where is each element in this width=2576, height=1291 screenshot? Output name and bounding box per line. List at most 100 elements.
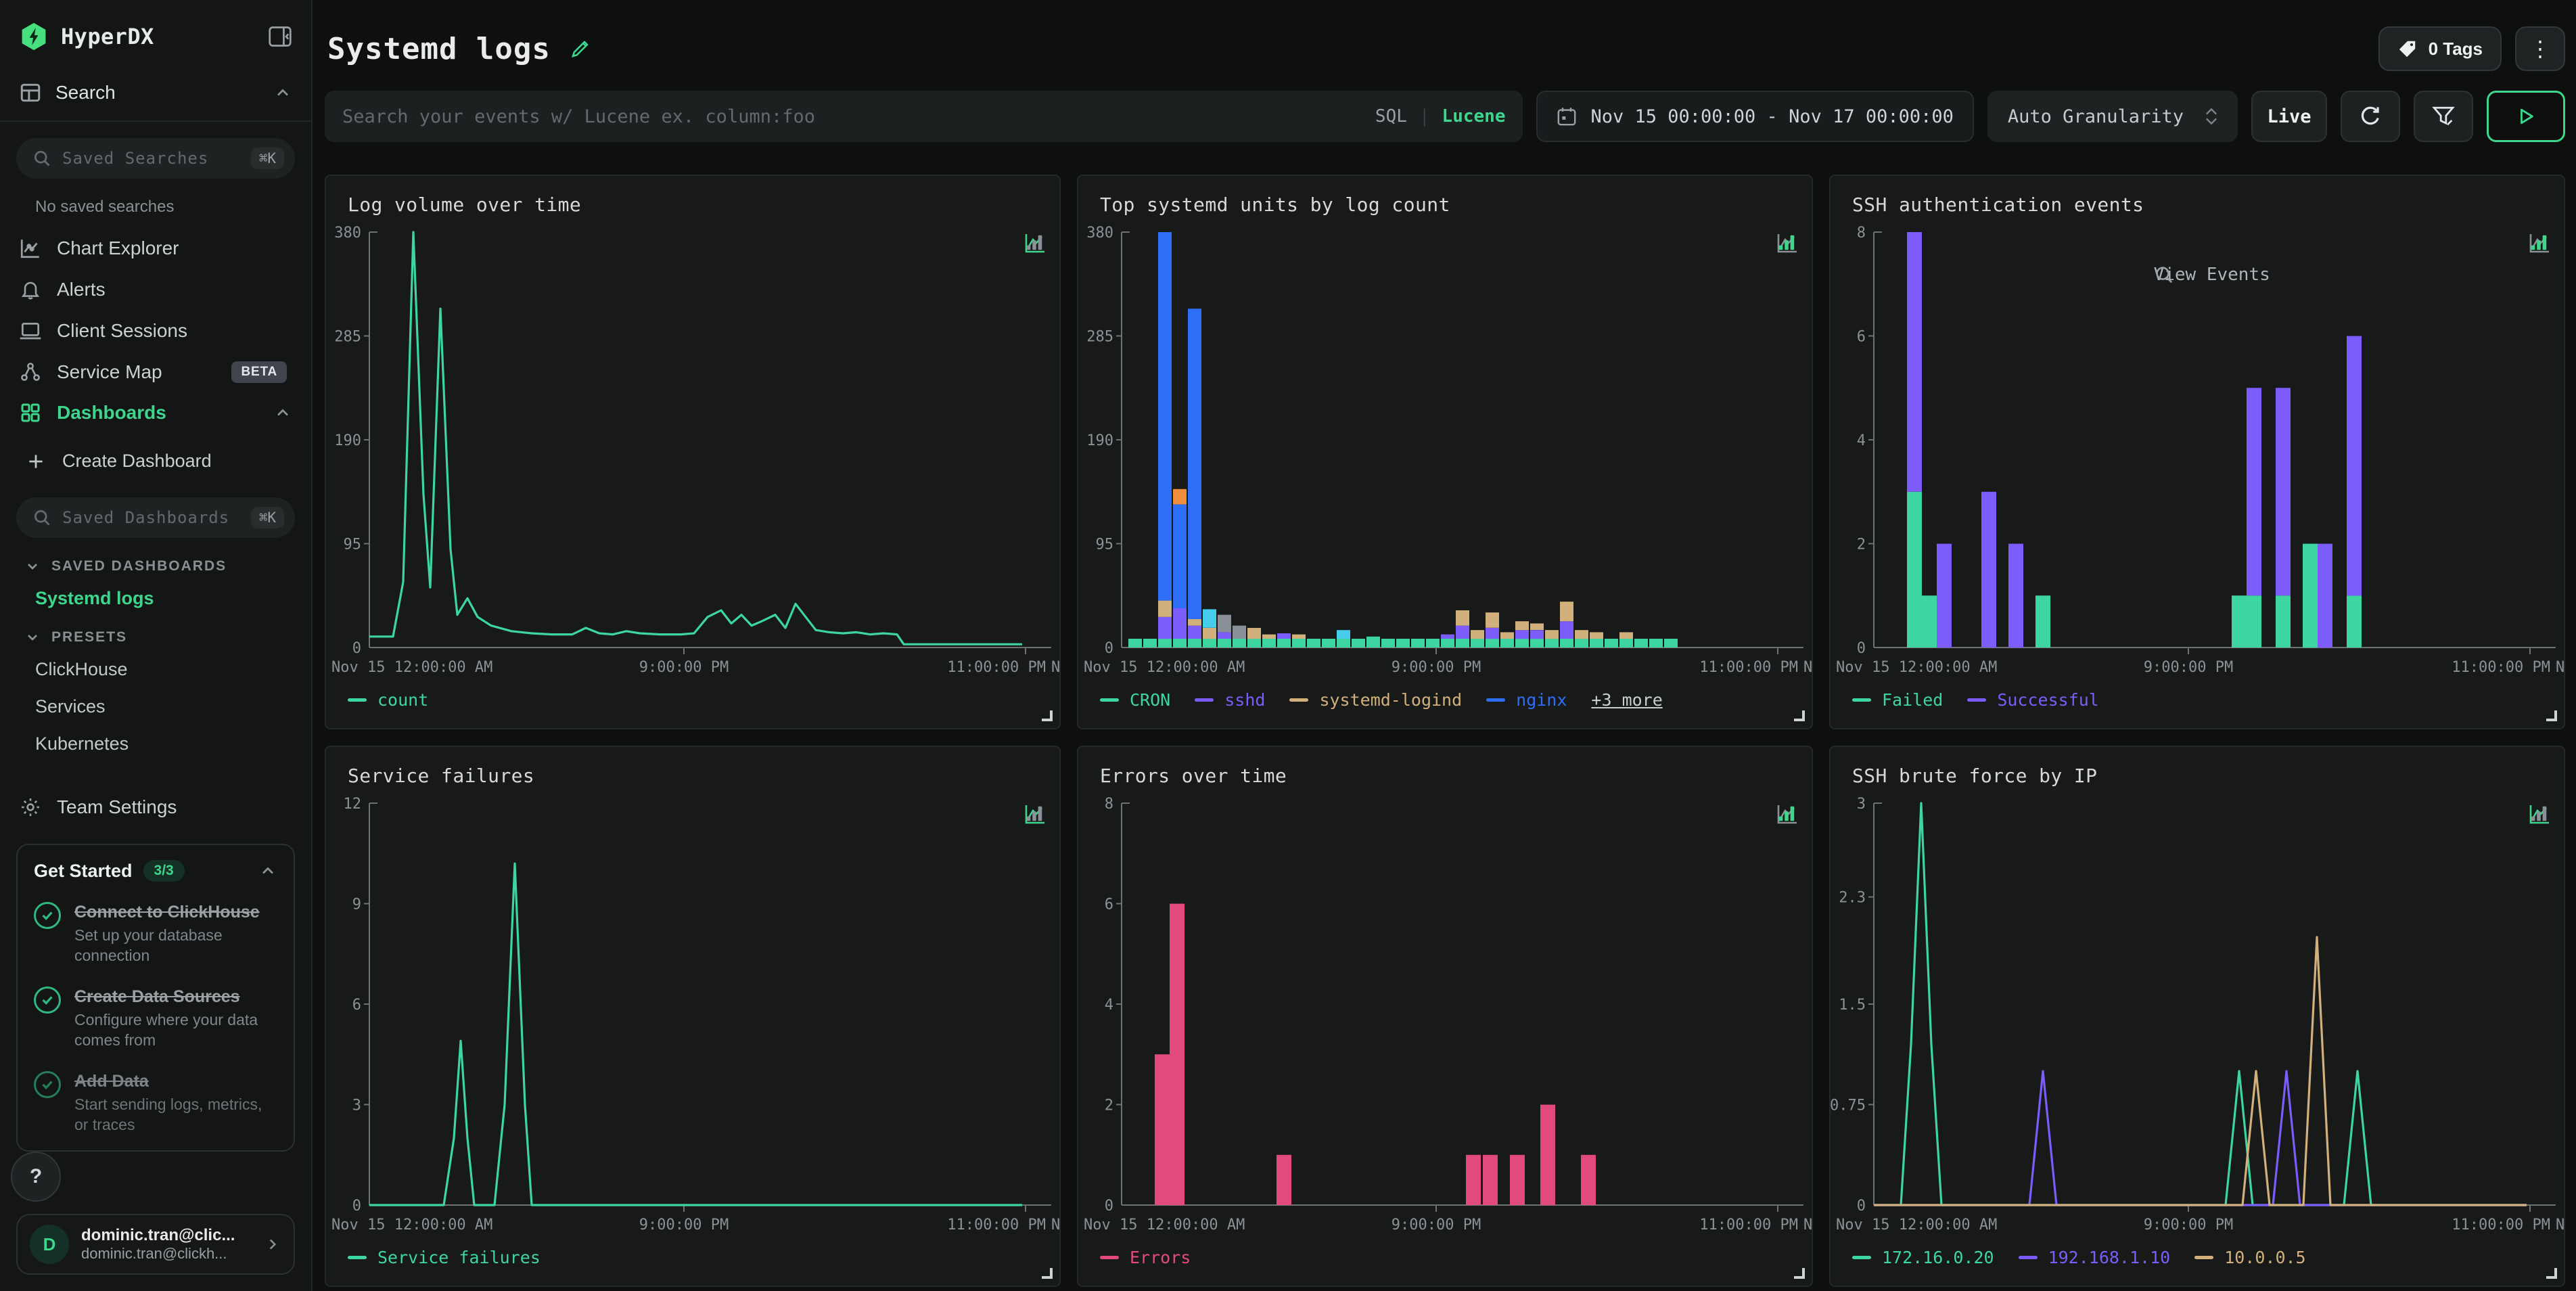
legend-item[interactable]: Service failures: [348, 1248, 540, 1267]
legend-item[interactable]: sshd: [1195, 690, 1265, 710]
chart-canvas[interactable]: 380285190950Nov 15 12:00:00 AM9:00:00 PM…: [326, 219, 1059, 682]
svg-text:2.3: 2.3: [1839, 890, 1866, 907]
sidebar-item-chart-explorer[interactable]: Chart Explorer: [0, 227, 311, 269]
chart-legend: Service failures: [326, 1240, 1059, 1286]
legend-swatch: [348, 698, 367, 702]
legend-item[interactable]: nginx: [1486, 690, 1567, 710]
get-started-step-connect[interactable]: Connect to ClickHouse Set up your databa…: [34, 898, 277, 966]
group-saved-dashboards[interactable]: SAVED DASHBOARDS: [0, 546, 311, 580]
sidebar-dashboard-systemd-logs[interactable]: Systemd logs: [0, 580, 311, 617]
sidebar-item-team-settings[interactable]: Team Settings: [0, 787, 311, 828]
svg-text:0: 0: [1105, 640, 1113, 657]
legend-item[interactable]: systemd-logind: [1289, 690, 1462, 710]
legend-item[interactable]: 10.0.0.5: [2194, 1248, 2305, 1267]
event-search-input[interactable]: Search your events w/ Lucene ex. column:…: [325, 91, 1523, 142]
svg-text:8: 8: [1105, 796, 1113, 813]
legend-item[interactable]: Errors: [1100, 1248, 1191, 1267]
sidebar-collapse-icon[interactable]: [268, 25, 292, 48]
sidebar-item-label: Dashboards: [57, 402, 166, 424]
chevron-down-icon: [24, 629, 41, 646]
svg-text:190: 190: [334, 432, 361, 449]
sidebar-preset-services[interactable]: Services: [0, 688, 311, 725]
resize-handle[interactable]: [1794, 1268, 1805, 1279]
help-button[interactable]: ?: [11, 1152, 61, 1202]
sidebar-item-label: Search: [55, 82, 116, 104]
sidebar-item-search[interactable]: Search: [0, 65, 311, 122]
resize-handle[interactable]: [1794, 710, 1805, 721]
view-events-button[interactable]: View Events: [2154, 265, 2270, 285]
sidebar-preset-clickhouse[interactable]: ClickHouse: [0, 651, 311, 688]
resize-handle[interactable]: [1042, 710, 1053, 721]
svg-text:380: 380: [1086, 225, 1113, 242]
resize-handle[interactable]: [2546, 710, 2557, 721]
legend-swatch: [348, 1256, 367, 1259]
svg-text:190: 190: [1086, 432, 1113, 449]
lucene-toggle[interactable]: Lucene: [1442, 106, 1506, 127]
chart-canvas[interactable]: 86420Nov 15 12:00:00 AM9:00:00 PM11:00:0…: [1078, 790, 1812, 1240]
svg-text:380: 380: [334, 225, 361, 242]
resize-handle[interactable]: [1042, 1268, 1053, 1279]
svg-text:6: 6: [1105, 897, 1113, 913]
search-placeholder: Search your events w/ Lucene ex. column:…: [342, 106, 1362, 127]
query-language-toggle: SQL | Lucene: [1375, 106, 1506, 127]
legend-swatch: [1967, 698, 1986, 702]
svg-text:Nov 15 12:00:00 AM: Nov 15 12:00:00 AM: [1084, 659, 1245, 676]
sql-toggle[interactable]: SQL: [1375, 106, 1407, 127]
shortcut-badge: ⌘K: [251, 507, 284, 528]
svg-text:N: N: [1803, 1217, 1812, 1233]
sidebar-item-dashboards[interactable]: Dashboards: [0, 392, 311, 433]
get-started-step-add-data[interactable]: Add Data Start sending logs, metrics, or…: [34, 1067, 277, 1135]
run-query-button[interactable]: [2487, 91, 2565, 142]
resize-handle[interactable]: [2546, 1268, 2557, 1279]
saved-searches-input[interactable]: Saved Searches ⌘K: [16, 138, 295, 179]
select-chevrons-icon: [2205, 108, 2217, 125]
granularity-select[interactable]: Auto Granularity: [1987, 91, 2238, 142]
chart-canvas[interactable]: 129630Nov 15 12:00:00 AM9:00:00 PM11:00:…: [326, 790, 1059, 1240]
sidebar-item-alerts[interactable]: Alerts: [0, 269, 311, 310]
calendar-icon: [1557, 106, 1577, 127]
legend-item[interactable]: CRON: [1100, 690, 1170, 710]
shortcut-badge: ⌘K: [251, 148, 284, 169]
legend-swatch: [1852, 698, 1871, 702]
user-menu[interactable]: D dominic.tran@clic... dominic.tran@clic…: [16, 1214, 295, 1275]
svg-text:0: 0: [352, 1198, 361, 1215]
charts-grid: Log volume over time 380285190950Nov 15 …: [325, 175, 2565, 1287]
panel-log-volume: Log volume over time 380285190950Nov 15 …: [325, 175, 1061, 729]
tags-button[interactable]: 0 Tags: [2378, 26, 2502, 71]
legend-more-link[interactable]: +3 more: [1591, 690, 1662, 710]
svg-text:11:00:00 PM: 11:00:00 PM: [2452, 659, 2550, 676]
date-range-picker[interactable]: Nov 15 00:00:00 - Nov 17 00:00:00: [1536, 91, 1973, 142]
create-dashboard-button[interactable]: Create Dashboard: [0, 441, 311, 481]
chart-canvas[interactable]: 32.31.50.750Nov 15 12:00:00 AM9:00:00 PM…: [1831, 790, 2564, 1240]
kebab-menu-button[interactable]: ⋮: [2515, 26, 2565, 71]
check-circle-icon: [34, 1071, 61, 1098]
svg-text:11:00:00 PM: 11:00:00 PM: [1699, 659, 1798, 676]
chart-canvas[interactable]: View Events 86420Nov 15 12:00:00 AM9:00:…: [1831, 219, 2564, 682]
sidebar-preset-kubernetes[interactable]: Kubernetes: [0, 725, 311, 763]
edit-title-pencil-icon[interactable]: [570, 38, 591, 60]
sidebar-item-client-sessions[interactable]: Client Sessions: [0, 310, 311, 352]
svg-text:4: 4: [1105, 997, 1113, 1014]
panel-ssh-auth: SSH authentication events View Events 86…: [1829, 175, 2565, 729]
svg-text:6: 6: [352, 997, 361, 1014]
legend-item[interactable]: Successful: [1967, 690, 2099, 710]
get-started-step-sources[interactable]: Create Data Sources Configure where your…: [34, 982, 277, 1051]
filter-button[interactable]: [2414, 91, 2473, 142]
legend-item[interactable]: Failed: [1852, 690, 1943, 710]
chevron-up-icon[interactable]: [258, 861, 277, 880]
svg-text:9:00:00 PM: 9:00:00 PM: [1392, 1217, 1481, 1233]
group-presets[interactable]: PRESETS: [0, 617, 311, 651]
panel-title: Top systemd units by log count: [1100, 194, 1790, 216]
panel-title: Errors over time: [1100, 765, 1790, 787]
refresh-button[interactable]: [2341, 91, 2400, 142]
live-button[interactable]: Live: [2251, 91, 2327, 142]
gear-icon: [19, 796, 42, 818]
legend-item[interactable]: 192.168.1.10: [2019, 1248, 2171, 1267]
saved-dashboards-input[interactable]: Saved Dashboards ⌘K: [16, 497, 295, 538]
chart-explorer-icon: [19, 237, 42, 260]
legend-item[interactable]: count: [348, 690, 428, 710]
chart-canvas[interactable]: 380285190950Nov 15 12:00:00 AM9:00:00 PM…: [1078, 219, 1812, 682]
svg-text:Nov 15 12:00:00 AM: Nov 15 12:00:00 AM: [331, 1217, 492, 1233]
legend-item[interactable]: 172.16.0.20: [1852, 1248, 1994, 1267]
sidebar-item-service-map[interactable]: Service Map BETA: [0, 352, 311, 392]
